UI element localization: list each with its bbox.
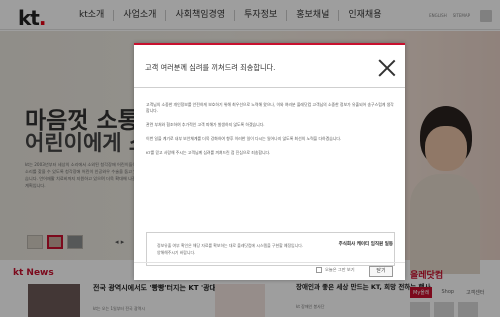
modal-header: 고객 여러분께 심려를 끼쳐드려 죄송합니다. [134, 45, 405, 88]
apology-modal: 고객 여러분께 심려를 끼쳐드려 죄송합니다. 고객님의 소중한 개인정보를 안… [134, 43, 405, 280]
modal-body: 고객님의 소중한 개인정보를 안전하게 보호하기 위해 최우선으로 노력해 왔으… [146, 102, 396, 164]
notice-line-2: 양해해주시기 바랍니다. [157, 250, 196, 255]
notice-text: 정보유출 여부 확인은 해당 자료를 확보하는 대로 올레닷컴에 시스템을 구현… [157, 242, 303, 256]
modal-paragraph: 이번 일을 계기로 내부 보안체계를 더욱 강화하여 향후 이러한 일이 다시는… [146, 136, 342, 141]
modal-paragraph: KT를 믿고 사랑해 주시는 고객님께 심려를 끼쳐드린 점 진심으로 죄송합니… [146, 150, 271, 155]
dont-show-today[interactable]: 오늘은 그만 보기 [316, 267, 355, 273]
dont-show-label: 오늘은 그만 보기 [325, 267, 355, 272]
modal-footer: 오늘은 그만 보기 닫기 [134, 262, 405, 280]
modal-paragraph: 관련 부처와 협조하여 추가적인 고객 피해가 발생하지 않도록 하겠습니다. [146, 122, 265, 127]
close-button[interactable]: 닫기 [369, 266, 393, 277]
notice-box: 정보유출 여부 확인은 해당 자료를 확보하는 대로 올레닷컴에 시스템을 구현… [146, 232, 395, 266]
close-icon[interactable] [378, 59, 396, 77]
modal-title: 고객 여러분께 심려를 끼쳐드려 죄송합니다. [145, 63, 276, 72]
dont-show-checkbox[interactable] [316, 267, 322, 273]
notice-line-1: 정보유출 여부 확인은 해당 자료를 확보하는 대로 올레닷컴에 시스템을 구현… [157, 243, 304, 248]
modal-paragraph: 고객님의 소중한 개인정보를 안전하게 보호하기 위해 최우선으로 노력해 왔으… [146, 102, 394, 113]
signature: 주식회사 케이티 임직원 일동 [338, 242, 393, 247]
